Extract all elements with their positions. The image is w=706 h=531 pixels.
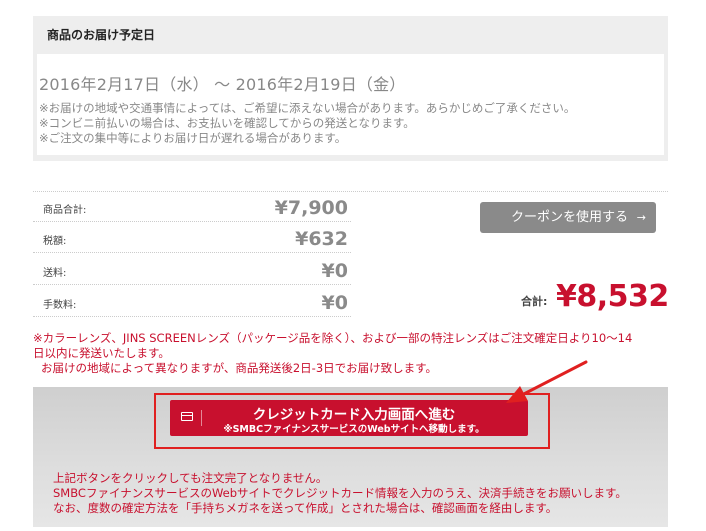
credit-card-proceed-button[interactable]: クレジットカード入力画面へ進む ※SMBCファイナンスサービスのWebサイトへ移… [170,400,528,436]
delivery-note: ※ご注文の集中等によりお届け日が遅れる場合があります。 [39,131,347,145]
shipping-notice: ※カラーレンズ、JINS SCREENレンズ（パッケージ品を除く）、および一部の… [33,331,673,376]
button-sub-label: ※SMBCファイナンスサービスのWebサイトへ移動します。 [223,424,485,435]
price-row-tax: 税額: ¥632 [33,223,351,253]
arrow-right-icon: → [636,211,646,224]
checkout-notes: 上記ボタンをクリックしても注文完了となりません。 SMBCファイナンスサービスの… [53,471,627,516]
delivery-notes: ※お届けの地域や交通事情によっては、ご希望に添えない場合があります。あらかじめご… [39,101,575,146]
delivery-note: ※お届けの地域や交通事情によっては、ご希望に添えない場合があります。あらかじめご… [39,101,576,115]
price-label: 送料: [43,268,67,279]
price-row-fee: 手数料: ¥0 [33,287,351,317]
price-value: ¥0 [321,292,348,314]
delivery-date-section: 商品のお届け予定日 2016年2月17日（水） ～ 2016年2月19日（金） … [33,16,668,161]
checkout-note: なお、度数の確定方法を「手持ちメガネを送って作成」とされた場合は、確認画面を経由… [53,501,558,515]
price-label: 商品合計: [43,205,87,216]
total-value: ¥8,532 [556,279,669,314]
checkout-panel: クレジットカード入力画面へ進む ※SMBCファイナンスサービスのWebサイトへ移… [33,387,668,527]
price-row-subtotal: 商品合計: ¥7,900 [33,192,351,222]
coupon-button-label: クーポンを使用する [511,210,629,225]
checkout-note: 上記ボタンをクリックしても注文完了となりません。 [53,471,328,485]
notice-line: 日以内に発送いたします。 [33,346,170,360]
button-main-label: クレジットカード入力画面へ進む [252,407,456,423]
delivery-note: ※コンビニ前払いの場合は、お支払いを確認してからの発送となります。 [39,116,415,130]
price-row-shipping: 送料: ¥0 [33,255,351,285]
delivery-body: 2016年2月17日（水） ～ 2016年2月19日（金） ※お届けの地域や交通… [37,54,664,155]
price-value: ¥7,900 [274,197,348,219]
checkout-note: SMBCファイナンスサービスのWebサイトでクレジットカード情報を入力のうえ、決… [53,486,627,500]
notice-line: ※カラーレンズ、JINS SCREENレンズ（パッケージ品を除く）、および一部の… [33,331,633,345]
delivery-title: 商品のお届け予定日 [47,28,156,42]
price-value: ¥632 [295,228,348,250]
delivery-dates: 2016年2月17日（水） ～ 2016年2月19日（金） [39,75,406,94]
use-coupon-button[interactable]: クーポンを使用する → [480,202,656,233]
price-label: 税額: [43,236,67,247]
price-value: ¥0 [321,260,348,282]
total-label: 合計: [521,295,548,308]
notice-line: お届けの地域によって異なりますが、商品発送後2日-3日でお届け致します。 [41,361,437,375]
price-label: 手数料: [43,300,77,311]
